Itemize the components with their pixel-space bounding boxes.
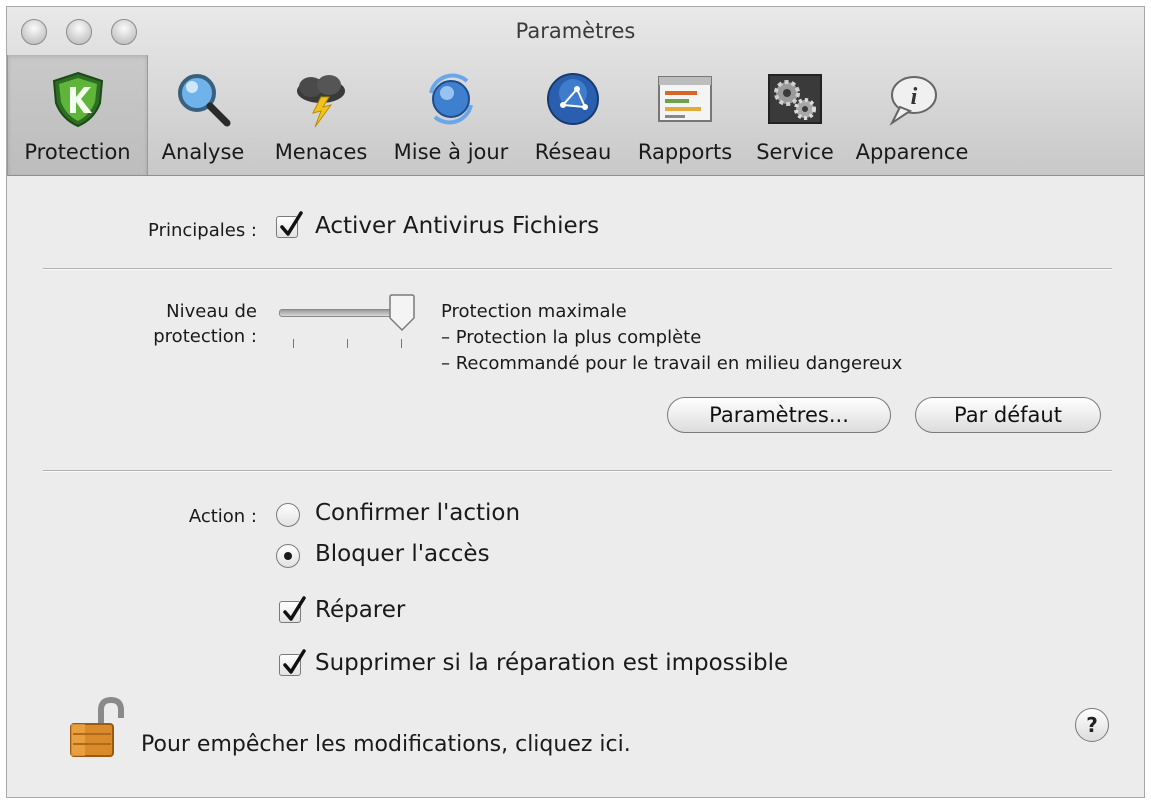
tab-analyse[interactable]: Analyse: [147, 55, 259, 175]
delete-checkbox[interactable]: [279, 649, 306, 676]
checkmark-icon: [283, 649, 306, 674]
magnifier-icon: [178, 74, 231, 127]
tab-mise-a-jour-label: Mise à jour: [393, 140, 509, 164]
protection-pane: Principales : Activer Antivirus Fichiers…: [7, 176, 1144, 796]
tab-analyse-label: Analyse: [161, 140, 245, 164]
tab-service-label: Service: [756, 140, 834, 164]
checkmark-icon: [283, 596, 306, 621]
shield-k-icon: [52, 71, 103, 128]
tab-mise-a-jour[interactable]: Mise à jour: [383, 55, 519, 175]
tab-service[interactable]: Service: [745, 55, 845, 175]
level-label-line2: protection :: [153, 326, 257, 347]
tab-rapports[interactable]: Rapports: [629, 55, 741, 175]
tab-menaces-label: Menaces: [274, 140, 368, 164]
tab-protection-label: Protection: [24, 140, 131, 164]
antivirus-checkbox[interactable]: [276, 211, 303, 238]
window-title: Paramètres: [515, 19, 636, 43]
radio-confirm-action[interactable]: [276, 503, 300, 527]
action-label: Action :: [188, 506, 257, 527]
reports-icon: [658, 76, 712, 122]
checkmark-icon: [280, 211, 303, 236]
repair-checkbox-label[interactable]: Réparer: [315, 597, 405, 623]
level-description-line1: – Protection la plus complète: [441, 327, 702, 348]
toolbar: Protection Analyse Menaces Mise à jour R…: [7, 55, 1007, 175]
lock-message[interactable]: Pour empêcher les modifications, cliquez…: [141, 732, 631, 757]
level-description-line2: – Recommandé pour le travail en milieu d…: [441, 353, 903, 374]
gears-icon: [768, 74, 822, 124]
network-icon: [547, 73, 599, 125]
tab-rapports-label: Rapports: [637, 140, 733, 164]
tab-reseau-label: Réseau: [534, 140, 612, 164]
slider-tick: [293, 339, 294, 348]
unlocked-padlock-icon[interactable]: [67, 696, 129, 760]
speech-bubble-info-icon: i: [889, 76, 937, 126]
repair-checkbox[interactable]: [279, 596, 306, 623]
tab-reseau[interactable]: Réseau: [521, 55, 625, 175]
radio-confirm-action-label[interactable]: Confirmer l'action: [315, 500, 520, 526]
svg-text:i: i: [911, 84, 918, 110]
radio-block-access-label[interactable]: Bloquer l'accès: [315, 541, 490, 567]
level-description-title: Protection maximale: [441, 301, 627, 322]
slider-tick: [401, 339, 402, 348]
separator: [43, 268, 1112, 270]
storm-cloud-icon: [297, 75, 345, 128]
tab-apparence-label: Apparence: [855, 140, 969, 164]
radio-block-access[interactable]: [276, 544, 300, 568]
update-globe-icon: [429, 73, 473, 125]
tab-menaces[interactable]: Menaces: [265, 55, 377, 175]
level-label-line1: Niveau de: [166, 301, 257, 322]
delete-checkbox-label[interactable]: Supprimer si la réparation est impossibl…: [315, 650, 788, 676]
default-button[interactable]: Par défaut: [915, 397, 1101, 433]
slider-knob[interactable]: [387, 294, 417, 332]
tab-protection[interactable]: Protection: [7, 55, 148, 175]
settings-button[interactable]: Paramètres...: [667, 397, 891, 433]
antivirus-checkbox-label[interactable]: Activer Antivirus Fichiers: [315, 213, 599, 239]
principal-label: Principales :: [148, 220, 257, 241]
separator: [43, 470, 1112, 472]
tab-apparence[interactable]: i Apparence: [847, 55, 977, 175]
slider-tick: [347, 339, 348, 348]
radio-selected-dot: [284, 552, 292, 560]
title-bar: Paramètres Protection Analyse Menaces Mi…: [7, 7, 1144, 176]
preferences-window: Paramètres Protection Analyse Menaces Mi…: [6, 6, 1145, 798]
help-button[interactable]: ?: [1075, 708, 1109, 742]
